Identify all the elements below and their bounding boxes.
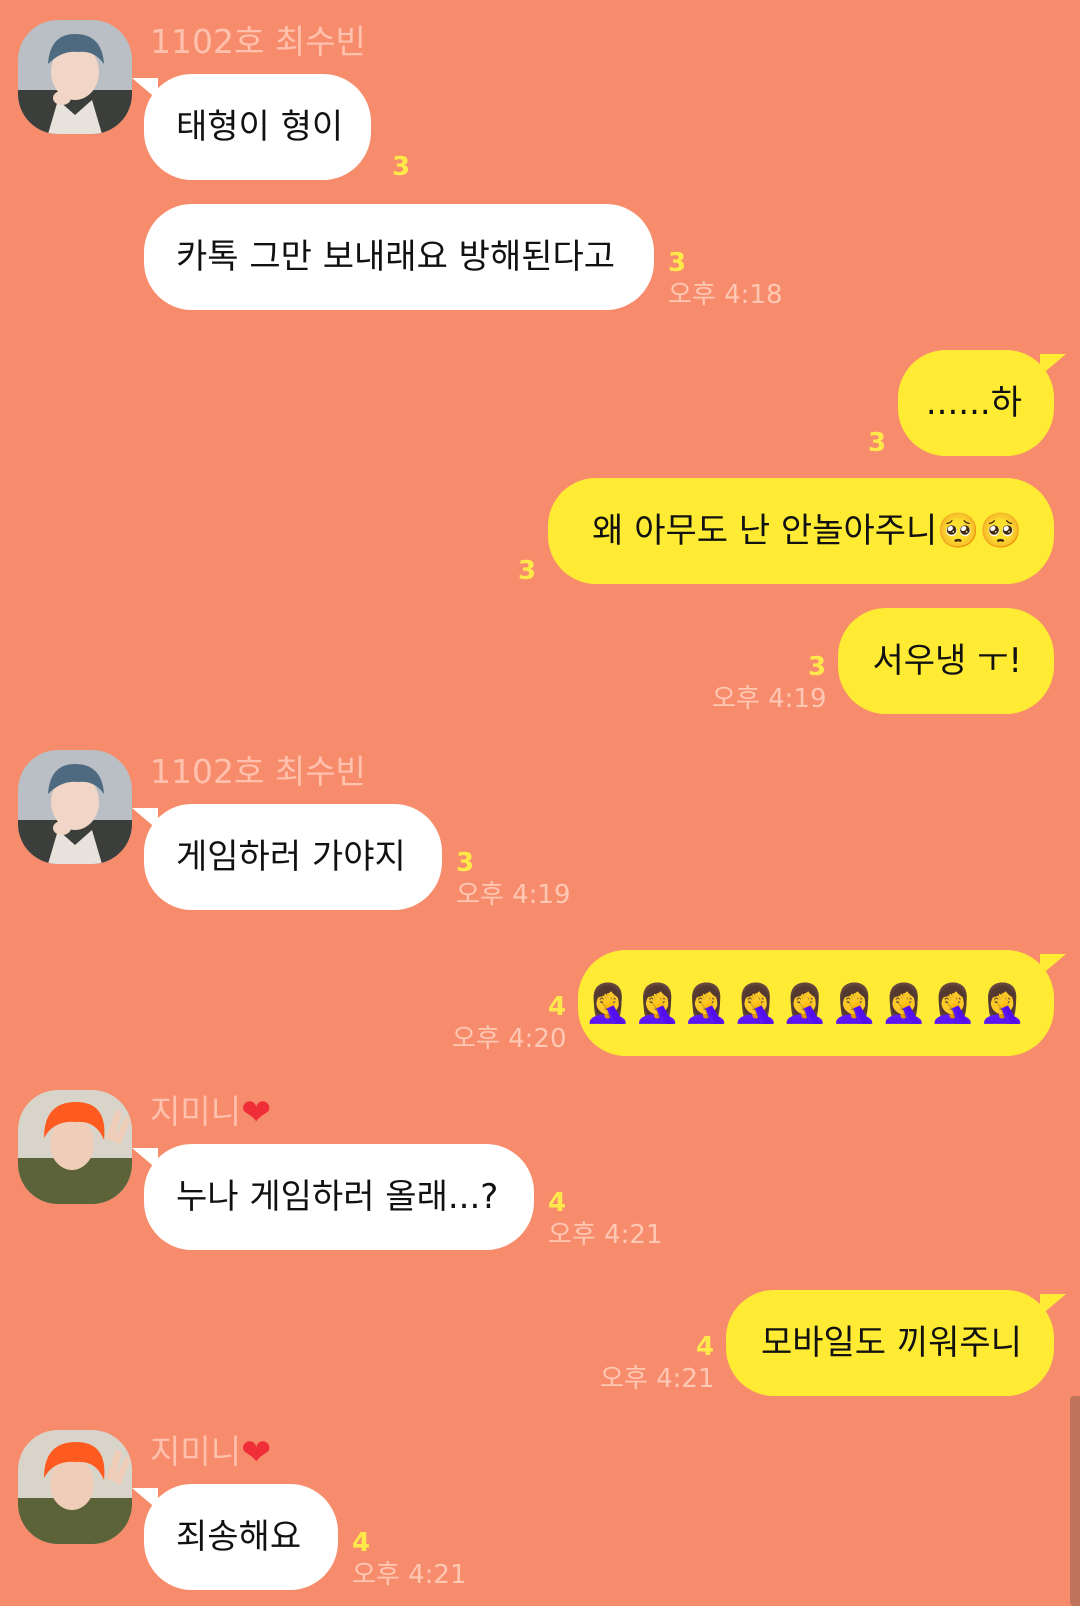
message-bubble-incoming[interactable]: 카톡 그만 보내래요 방해된다고 xyxy=(144,204,654,310)
message-bubble-incoming[interactable]: 게임하러 가야지 xyxy=(132,804,442,910)
unread-count: 4 xyxy=(352,1528,371,1558)
message-bubble-outgoing[interactable]: 🤦‍♀️🤦‍♀️🤦‍♀️🤦‍♀️🤦‍♀️🤦‍♀️🤦‍♀️🤦‍♀️🤦‍♀️ xyxy=(578,950,1066,1056)
red-heart-icon: ❤ xyxy=(241,1432,272,1474)
sender-name: 지미니❤ xyxy=(150,1092,272,1134)
sender-name: 1102호 최수빈 xyxy=(150,22,366,61)
message-text: 카톡 그만 보내래요 방해된다고 xyxy=(176,237,616,277)
scrollbar[interactable] xyxy=(1070,1396,1080,1606)
unread-count: 4 xyxy=(548,1188,567,1218)
message-timestamp: 오후 4:21 xyxy=(600,1364,715,1394)
message-bubble-incoming[interactable]: 누나 게임하러 올래...? xyxy=(132,1144,534,1250)
unread-count: 4 xyxy=(548,992,567,1022)
unread-count: 3 xyxy=(868,428,887,458)
message-text: 태형이 형이 xyxy=(176,107,344,147)
unread-count: 3 xyxy=(808,652,827,682)
sender-name: 지미니❤ xyxy=(150,1432,272,1474)
message-bubble-outgoing[interactable]: 모바일도 끼워주니 xyxy=(726,1290,1066,1396)
message-bubble-incoming[interactable]: 죄송해요 xyxy=(132,1484,338,1590)
message-timestamp: 오후 4:21 xyxy=(352,1560,467,1590)
message-text: 서우냉 ㅜ! xyxy=(872,641,1022,681)
unread-count: 4 xyxy=(696,1332,715,1362)
message-timestamp: 오후 4:21 xyxy=(548,1220,663,1250)
unread-count: 3 xyxy=(392,152,411,182)
message-text: 게임하러 가야지 xyxy=(176,837,406,877)
unread-count: 3 xyxy=(518,556,537,586)
message-text: 죄송해요 xyxy=(176,1517,302,1557)
message-text: ......하 xyxy=(925,383,1022,423)
message-timestamp: 오후 4:20 xyxy=(452,1024,567,1054)
profile-photo-icon xyxy=(18,20,132,134)
unread-count: 3 xyxy=(456,848,475,878)
profile-avatar-jimin[interactable] xyxy=(18,1430,132,1544)
message-text: 왜 아무도 난 안놀아주니🥺🥺 xyxy=(592,511,1022,551)
profile-avatar-soobin[interactable] xyxy=(18,20,132,134)
message-bubble-outgoing[interactable]: 서우냉 ㅜ! xyxy=(838,608,1054,714)
message-text: 모바일도 끼워주니 xyxy=(760,1323,1022,1363)
unread-count: 3 xyxy=(668,248,687,278)
message-timestamp: 오후 4:19 xyxy=(712,684,827,714)
sender-name: 1102호 최수빈 xyxy=(150,752,366,791)
message-text: 누나 게임하러 올래...? xyxy=(176,1177,499,1217)
message-text: 🤦‍♀️🤦‍♀️🤦‍♀️🤦‍♀️🤦‍♀️🤦‍♀️🤦‍♀️🤦‍♀️🤦‍♀️ xyxy=(584,981,1028,1025)
profile-photo-icon xyxy=(18,1430,132,1544)
message-bubble-outgoing[interactable]: ......하 xyxy=(898,350,1066,456)
profile-photo-icon xyxy=(18,1090,132,1204)
message-bubble-outgoing[interactable]: 왜 아무도 난 안놀아주니🥺🥺 xyxy=(548,478,1054,584)
message-timestamp: 오후 4:18 xyxy=(668,280,783,310)
chat-room: 1102호 최수빈 태형이 형이 3 카톡 그만 보내래요 방해된다고 3 오후… xyxy=(0,0,1080,1606)
profile-avatar-soobin[interactable] xyxy=(18,750,132,864)
message-bubble-incoming[interactable]: 태형이 형이 xyxy=(132,74,371,180)
red-heart-icon: ❤ xyxy=(241,1092,272,1134)
profile-photo-icon xyxy=(18,750,132,864)
profile-avatar-jimin[interactable] xyxy=(18,1090,132,1204)
message-timestamp: 오후 4:19 xyxy=(456,880,571,910)
